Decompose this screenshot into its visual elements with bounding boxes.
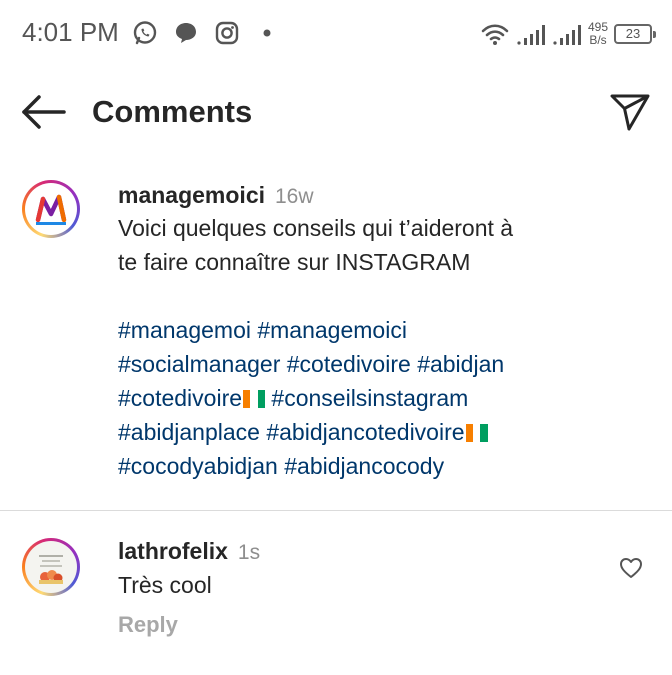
caption-text-line: te faire connaître sur INSTAGRAM (118, 249, 471, 275)
network-speed: 495 B/s (588, 21, 608, 47)
hashtag-line: #cotedivoire #conseilsinstagram (118, 385, 468, 412)
comment-text: Très cool (118, 572, 212, 598)
comments-header: Comments (0, 76, 672, 148)
hashtag-link[interactable]: #abidjan (417, 351, 504, 377)
hashtag-line: #socialmanager #cotedivoire #abidjan (118, 351, 504, 378)
hashtag-link[interactable]: #abidjanplace (118, 419, 260, 445)
hashtag-link[interactable]: #managemoici (257, 317, 407, 343)
page-title: Comments (92, 94, 253, 129)
avatar-image (25, 541, 77, 593)
avatar-image (25, 183, 77, 235)
back-arrow-icon (22, 95, 66, 129)
like-comment-button[interactable] (619, 557, 643, 579)
hashtag-line: #managemoi #managemoici (118, 317, 407, 344)
instagram-icon (215, 21, 239, 45)
caption-timestamp: 16w (275, 185, 314, 208)
hashtag-link[interactable]: #managemoi (118, 317, 251, 343)
hashtag-link[interactable]: #abidjancocody (284, 453, 444, 479)
caption-username[interactable]: managemoici (118, 182, 265, 208)
hashtag-link[interactable]: #socialmanager (118, 351, 280, 377)
ivory-coast-flag-icon (243, 387, 266, 408)
heart-icon (620, 558, 642, 578)
status-time: 4:01 PM (22, 17, 119, 47)
whatsapp-icon (133, 21, 157, 45)
hashtag-link[interactable]: #conseilsinstagram (271, 385, 468, 411)
ivory-coast-flag-icon (465, 421, 488, 442)
send-icon (610, 94, 650, 131)
comment-timestamp: 1s (237, 541, 261, 564)
signal-icon (517, 25, 545, 45)
signal-icon (553, 25, 581, 45)
comment-username[interactable]: lathrofelix (118, 538, 228, 564)
avatar[interactable] (22, 538, 80, 596)
hashtag-link[interactable]: #cotedivoire (118, 385, 242, 411)
status-right: 495 B/s 23 (480, 14, 656, 54)
wifi-icon (481, 24, 509, 45)
hashtag-line: #cocodyabidjan #abidjancocody (118, 453, 444, 480)
share-button[interactable] (608, 90, 652, 134)
caption-text-line: Voici quelques conseils qui t’aideront à (118, 215, 514, 241)
network-speed-unit: B/s (589, 33, 607, 47)
profile-photo-icon (39, 555, 63, 584)
back-button[interactable] (20, 92, 68, 132)
brand-logo-icon (35, 194, 67, 225)
hashtag-link[interactable]: #abidjancotedivoire (266, 419, 464, 445)
reply-button[interactable]: Reply (118, 612, 178, 638)
dot-icon (263, 29, 271, 37)
comment-name-line: lathrofelix 1s (118, 538, 260, 565)
divider (0, 510, 672, 511)
hashtag-link[interactable]: #cocodyabidjan (118, 453, 278, 479)
status-bar: 4:01 PM 495 B/s 23 (0, 0, 672, 70)
chat-bubble-icon (176, 23, 196, 43)
avatar[interactable] (22, 180, 80, 238)
hashtag-line: #abidjanplace #abidjancotedivoire (118, 419, 488, 446)
hashtag-link[interactable]: #cotedivoire (287, 351, 411, 377)
caption-name-line: managemoici 16w (118, 182, 314, 209)
battery-indicator: 23 (614, 24, 656, 44)
